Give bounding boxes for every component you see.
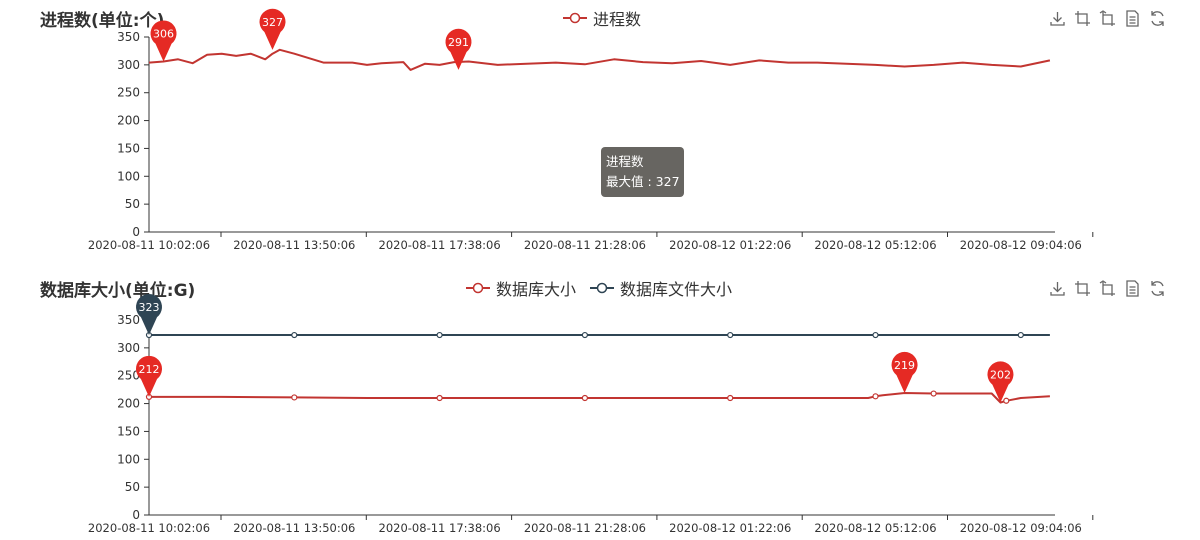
mark-point: 323 <box>136 293 162 336</box>
tooltip: 进程数 最大值 : 327 <box>601 147 684 197</box>
series-point <box>1003 397 1010 404</box>
series-line <box>149 392 1050 404</box>
mark-label: 323 <box>139 301 160 314</box>
x-tick-label: 2020-08-12 05:12:06 <box>814 238 936 252</box>
y-tick-label: 350 <box>117 30 140 44</box>
y-tick-label: 250 <box>117 86 140 100</box>
y-tick-label: 200 <box>117 397 140 411</box>
series-point <box>1017 331 1024 339</box>
mark-label: 291 <box>448 36 469 49</box>
tooltip-series-name: 进程数 <box>606 154 644 169</box>
process-count-chart: 进程数(单位:个) 进程数 0 50 100 150 200 250 300 350 2020-… <box>0 0 1200 270</box>
x-tick-label: 2020-08-12 01:22:06 <box>669 238 791 252</box>
mark-point: 219 <box>891 351 918 393</box>
x-tick-label: 2020-08-11 21:28:06 <box>524 521 646 535</box>
x-tick-label: 2020-08-12 09:04:06 <box>960 238 1082 252</box>
mark-point: 306 <box>150 20 177 62</box>
mark-point: 202 <box>987 361 1014 403</box>
mark-label: 306 <box>153 28 174 41</box>
y-tick-label: 150 <box>117 424 140 438</box>
series-point <box>930 390 937 397</box>
x-tick-label: 2020-08-12 09:04:06 <box>960 521 1082 535</box>
x-tick-label: 2020-08-12 01:22:06 <box>669 521 791 535</box>
mark-label: 219 <box>894 359 915 372</box>
series-point <box>872 331 879 339</box>
series-point <box>727 394 734 402</box>
plot-area: 0 50 100 150 200 250 300 350 2020-08-11 10:02:06… <box>88 8 1094 252</box>
y-tick-label: 300 <box>117 341 140 355</box>
series-point <box>727 331 734 339</box>
x-tick-label: 2020-08-11 10:02:06 <box>88 521 210 535</box>
x-tick-label: 2020-08-11 17:38:06 <box>379 238 501 252</box>
series-point <box>291 394 298 401</box>
series-point <box>436 394 443 402</box>
x-tick-label: 2020-08-11 21:28:06 <box>524 238 646 252</box>
y-tick-label: 50 <box>125 480 140 494</box>
x-tick-label: 2020-08-11 13:50:06 <box>233 521 355 535</box>
y-tick-label: 300 <box>117 58 140 72</box>
y-tick-label: 100 <box>117 452 140 466</box>
mark-label: 202 <box>990 368 1011 381</box>
x-tick-label: 2020-08-12 05:12:06 <box>814 521 936 535</box>
mark-point: 327 <box>259 8 286 50</box>
series-point <box>291 331 298 339</box>
y-tick-label: 150 <box>117 141 140 155</box>
x-tick-label: 2020-08-11 10:02:06 <box>88 238 210 252</box>
mark-point: 212 <box>136 355 162 397</box>
series-line <box>148 48 1051 71</box>
y-tick-label: 200 <box>117 114 140 128</box>
y-tick-label: 50 <box>125 197 140 211</box>
tooltip-text: 最大值 : 327 <box>606 174 680 189</box>
x-tick-label: 2020-08-11 13:50:06 <box>233 238 355 252</box>
series-point <box>581 394 589 402</box>
y-tick-label: 350 <box>117 313 140 327</box>
series-point <box>436 331 443 339</box>
mark-label: 212 <box>139 363 160 376</box>
database-size-chart: 数据库大小(单位:G) 数据库大小 数据库文件大小 0 50 100 150 200 25… <box>0 270 1200 540</box>
y-tick-label: 100 <box>117 169 140 183</box>
plot-area: 0501001502002503003502020-08-11 10:02:06… <box>88 293 1094 535</box>
y-tick-label: 0 <box>132 225 140 239</box>
series-point <box>872 393 879 400</box>
x-tick-label: 2020-08-11 17:38:06 <box>379 521 501 535</box>
mark-label: 327 <box>262 16 283 29</box>
series-point <box>581 331 589 339</box>
y-tick-label: 0 <box>132 508 140 522</box>
